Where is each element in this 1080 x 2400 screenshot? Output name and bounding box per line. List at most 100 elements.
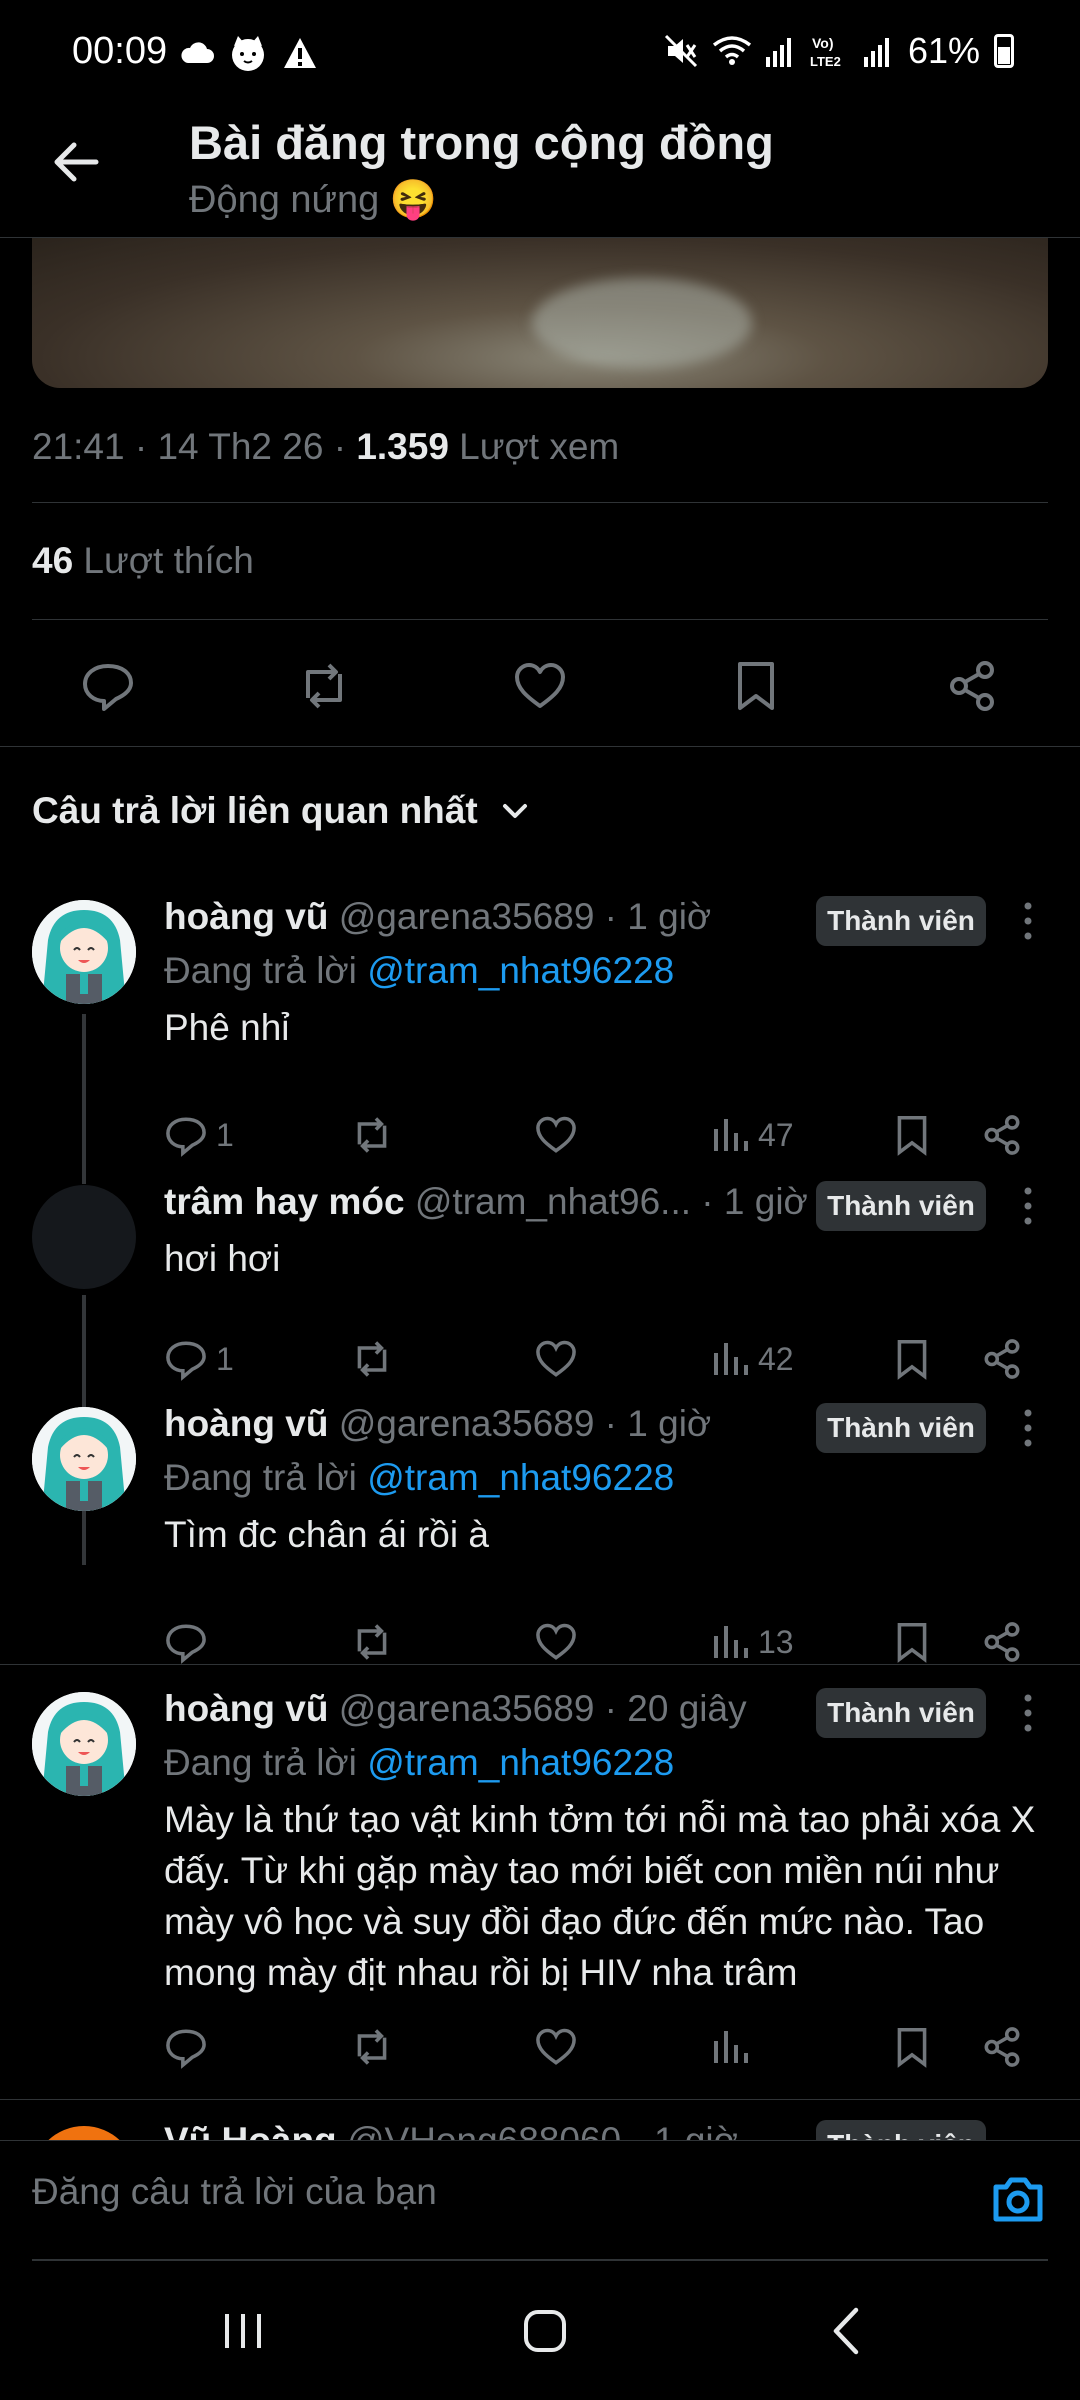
signal-icon xyxy=(765,38,791,67)
avatar[interactable] xyxy=(32,2126,136,2140)
reply-button[interactable] xyxy=(164,2017,208,2077)
likes-row[interactable]: 46 Lượt thích xyxy=(32,540,254,582)
back-arrow-icon[interactable] xyxy=(48,134,104,190)
handle-time: @garena35689 · 1 giờ xyxy=(328,896,712,937)
page-title: Bài đăng trong cộng đồng xyxy=(189,116,774,169)
member-badge: Thành viên xyxy=(816,1181,986,1231)
avatar[interactable] xyxy=(32,1407,136,1511)
views-icon xyxy=(714,1626,748,1658)
bookmark-icon[interactable] xyxy=(890,1620,934,1664)
bookmark-icon[interactable] xyxy=(890,1337,934,1381)
share-icon[interactable] xyxy=(980,1337,1024,1381)
reply-icon xyxy=(166,1624,206,1664)
views-icon xyxy=(714,1119,748,1151)
mute-icon xyxy=(664,34,697,68)
more-options-icon[interactable] xyxy=(1013,896,1043,946)
views-button[interactable] xyxy=(710,2017,750,2077)
views-button[interactable]: 47 xyxy=(710,1105,794,1165)
warning-icon xyxy=(284,38,316,68)
reply-button[interactable] xyxy=(164,1612,208,1672)
like-icon xyxy=(536,1116,576,1153)
reply-text: Phê nhỉ xyxy=(164,1007,290,1048)
post-image[interactable] xyxy=(32,238,1048,388)
reply-input[interactable]: Đăng câu trả lời của bạn xyxy=(32,2171,932,2213)
repost-icon xyxy=(357,1624,387,1660)
more-options-icon[interactable] xyxy=(1013,1181,1043,1231)
reply-text: Mày là thứ tạo vật kinh tởm tới nỗi mà t… xyxy=(164,1799,1036,1993)
views-button[interactable]: 42 xyxy=(710,1329,794,1389)
avatar[interactable] xyxy=(32,900,136,1004)
like-icon[interactable] xyxy=(512,658,568,714)
more-options-icon[interactable] xyxy=(1013,1403,1043,1453)
share-icon[interactable] xyxy=(980,1620,1024,1664)
avatar[interactable] xyxy=(32,1692,136,1796)
section-divider xyxy=(0,746,1080,747)
reply-item[interactable]: Vũ Hoàng @VHong688060 · 1 giờ Thành viên xyxy=(0,2110,1080,2140)
avatar[interactable] xyxy=(32,1185,136,1289)
bookmark-icon[interactable] xyxy=(728,658,784,714)
sort-dropdown[interactable]: Câu trả lời liên quan nhất xyxy=(32,790,530,832)
reply-actions: 1 42 xyxy=(0,1329,1080,1389)
share-icon[interactable] xyxy=(980,2025,1024,2069)
home-icon[interactable] xyxy=(510,2296,580,2366)
like-icon xyxy=(536,1623,576,1660)
views-icon xyxy=(714,1343,748,1375)
display-name[interactable]: trâm hay móc xyxy=(164,1181,405,1222)
repost-button[interactable] xyxy=(350,1329,394,1389)
like-icon xyxy=(536,1340,576,1377)
bookmark-icon[interactable] xyxy=(890,2025,934,2069)
like-button[interactable] xyxy=(534,2017,578,2077)
handle-time: @tram_nhat96... · 1 giờ xyxy=(404,1181,808,1222)
mention-link[interactable]: @tram_nhat96228 xyxy=(367,1457,674,1498)
like-button[interactable] xyxy=(534,1105,578,1165)
views-icon xyxy=(714,2031,748,2063)
back-icon[interactable] xyxy=(812,2296,882,2366)
post-action-bar xyxy=(0,640,1080,730)
replying-prefix: Đang trả lời xyxy=(164,1457,368,1498)
repost-icon[interactable] xyxy=(296,658,352,714)
wifi-icon xyxy=(712,36,752,65)
bookmark-icon[interactable] xyxy=(890,1113,934,1157)
display-name[interactable]: hoàng vũ xyxy=(164,896,328,937)
reply-header: hoàng vũ @garena35689 · 1 giờ xyxy=(164,896,711,938)
signal-icon-2 xyxy=(863,38,889,67)
status-bar: 00:09 Vo) LTE2 61% xyxy=(0,0,1080,110)
views-button[interactable]: 13 xyxy=(710,1612,794,1672)
repost-button[interactable] xyxy=(350,1612,394,1672)
recent-apps-icon[interactable] xyxy=(208,2296,278,2366)
battery-percent: 61% xyxy=(907,30,980,71)
display-name[interactable]: hoàng vũ xyxy=(164,1403,328,1444)
repost-button[interactable] xyxy=(350,1105,394,1165)
replying-to: Đang trả lời @tram_nhat96228 xyxy=(164,950,674,992)
repost-icon xyxy=(357,1117,387,1153)
like-button[interactable] xyxy=(534,1612,578,1672)
like-button[interactable] xyxy=(534,1329,578,1389)
display-name[interactable]: hoàng vũ xyxy=(164,1688,328,1729)
reply-icon[interactable] xyxy=(80,658,136,714)
member-badge: Thành viên xyxy=(816,1403,986,1453)
more-options-icon[interactable] xyxy=(1013,1688,1043,1738)
member-badge: Thành viên xyxy=(816,2120,986,2140)
replying-prefix: Đang trả lời xyxy=(164,1742,368,1783)
reply-button[interactable]: 1 xyxy=(164,1329,234,1389)
mention-link[interactable]: @tram_nhat96228 xyxy=(367,1742,674,1783)
reply-text: hơi hơi xyxy=(164,1238,281,1279)
reply-divider xyxy=(0,1664,1080,1665)
share-icon[interactable] xyxy=(980,1113,1024,1157)
repost-button[interactable] xyxy=(350,2017,394,2077)
divider xyxy=(32,502,1048,503)
post-time: 21:41 · 14 Th2 26 · xyxy=(32,426,357,467)
share-icon[interactable] xyxy=(944,658,1000,714)
like-icon xyxy=(536,2028,576,2065)
member-badge: Thành viên xyxy=(816,896,986,946)
sort-label: Câu trả lời liên quan nhất xyxy=(32,790,478,831)
reply-button[interactable]: 1 xyxy=(164,1105,234,1165)
mention-link[interactable]: @tram_nhat96228 xyxy=(367,950,674,991)
display-name[interactable]: Vũ Hoàng xyxy=(164,2120,337,2140)
reply-header: Vũ Hoàng @VHong688060 · 1 giờ xyxy=(164,2120,738,2140)
reply-divider xyxy=(0,2099,1080,2100)
reply-actions xyxy=(0,2017,1080,2077)
handle-time: @VHong688060 · 1 giờ xyxy=(337,2120,738,2140)
community-name[interactable]: Động nứng 😝 xyxy=(189,178,437,222)
camera-icon[interactable] xyxy=(988,2169,1048,2229)
